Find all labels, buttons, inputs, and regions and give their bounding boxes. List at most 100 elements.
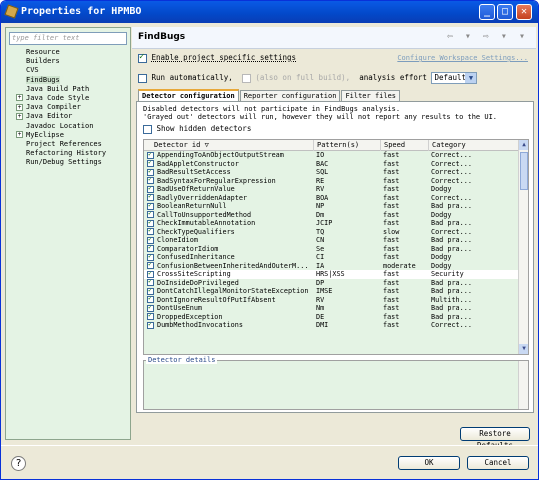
run-settings-row: Run automatically, (also on full build),…	[138, 72, 534, 86]
tree-item[interactable]: + MyEclipse	[8, 131, 130, 140]
table-row[interactable]: BadlyOverriddenAdapter BOA fast Correct...	[144, 194, 520, 203]
detector-enabled-checkbox[interactable]	[147, 245, 154, 252]
minimize-button[interactable]: _	[479, 4, 495, 20]
run-automatically-checkbox[interactable]	[138, 73, 147, 83]
scroll-thumb[interactable]	[520, 152, 528, 190]
cancel-button[interactable]: Cancel	[467, 456, 529, 470]
speed-cell: fast	[383, 253, 400, 261]
tree-item[interactable]: Run/Debug Settings	[8, 158, 130, 167]
tree-item[interactable]: Java Build Path	[8, 85, 130, 94]
detector-details-box: Detector details	[143, 356, 529, 410]
detector-enabled-checkbox[interactable]	[147, 202, 154, 210]
detector-enabled-checkbox[interactable]	[147, 296, 154, 303]
category-cell: Correct...	[431, 159, 472, 168]
table-row[interactable]: ComparatorIdiom Se fast Bad pra...	[144, 245, 520, 254]
category-cell: Correct...	[431, 168, 472, 176]
table-row[interactable]: BadAppletConstructor BAC fast Correct...	[144, 160, 520, 169]
detector-enabled-checkbox[interactable]	[147, 313, 154, 320]
ok-button[interactable]: OK	[398, 456, 460, 470]
detector-id-cell: ConfusionBetweenInheritedAndOuterM...	[157, 261, 309, 270]
table-row[interactable]: DontCatchIllegalMonitorStateException IMS…	[144, 287, 520, 296]
project-specific-row[interactable]: Enable project specific settings	[138, 52, 296, 63]
expand-icon[interactable]: +	[16, 131, 23, 139]
table-row[interactable]: AppendingToAnObjectOutputStream IO fast Cor…	[144, 151, 520, 160]
table-row[interactable]: CrossSiteScripting HRS|XSS fast Security	[144, 270, 520, 279]
table-row[interactable]: CloneIdiom CN fast Bad pra...	[144, 236, 520, 245]
tree-item[interactable]: + Java Editor	[8, 112, 130, 121]
detector-enabled-checkbox[interactable]	[147, 160, 154, 167]
tree-item[interactable]: Resource	[8, 48, 130, 57]
column-category[interactable]: Category	[429, 140, 520, 151]
table-row[interactable]: DroppedException DE fast Bad pra...	[144, 313, 520, 322]
tree-item[interactable]: Builders	[8, 57, 130, 66]
restore-defaults-button[interactable]: Restore Defaults	[460, 427, 530, 450]
page-header: FindBugs ⇦ ▾ ⇨ ▾ ▾	[132, 27, 536, 49]
configure-workspace-link[interactable]: Configure Workspace Settings...	[397, 54, 528, 62]
effort-value: Default	[434, 73, 467, 82]
detector-enabled-checkbox[interactable]	[147, 219, 154, 227]
tree-item[interactable]: CVS	[8, 66, 130, 75]
detector-enabled-checkbox[interactable]	[147, 211, 154, 218]
detector-enabled-checkbox[interactable]	[147, 279, 154, 286]
tree-item[interactable]: + Java Compiler	[8, 103, 130, 112]
help-icon[interactable]: ?	[11, 456, 26, 471]
detector-enabled-checkbox[interactable]	[147, 228, 154, 235]
detector-enabled-checkbox[interactable]	[147, 151, 154, 159]
table-row[interactable]: DontIgnoreResultOfPutIfAbsent RV fast Multi…	[144, 296, 520, 305]
details-label: Detector details	[146, 356, 218, 364]
history-nav-icon[interactable]: ⇦ ▾ ⇨ ▾ ▾	[447, 31, 528, 42]
expand-icon[interactable]: +	[16, 94, 23, 102]
table-scrollbar[interactable]: ▲ ▼	[518, 140, 528, 354]
tree-item[interactable]: Javadoc Location	[8, 122, 130, 131]
detector-enabled-checkbox[interactable]	[147, 194, 154, 201]
speed-cell: fast	[383, 219, 400, 227]
detector-enabled-checkbox[interactable]	[147, 304, 154, 312]
table-row[interactable]: CheckTypeQualifiers TQ slow Correct...	[144, 228, 520, 237]
table-row[interactable]: BadSyntaxForRegularExpression RE fast Corre…	[144, 177, 520, 186]
table-body: AppendingToAnObjectOutputStream IO fast Cor…	[144, 151, 520, 330]
maximize-button[interactable]: □	[497, 4, 513, 20]
tree-item[interactable]: Project References	[8, 140, 130, 149]
expand-icon[interactable]: +	[16, 112, 23, 120]
detector-enabled-checkbox[interactable]	[147, 236, 154, 244]
details-scrollbar[interactable]	[518, 361, 528, 409]
table-row[interactable]: BooleanReturnNull NP fast Bad pra...	[144, 202, 520, 211]
table-row[interactable]: BadResultSetAccess SQL fast Correct...	[144, 168, 520, 177]
window-title: Properties for HPMBO	[21, 6, 142, 17]
filter-input[interactable]: type filter text	[9, 32, 127, 45]
detector-enabled-checkbox[interactable]	[147, 270, 154, 278]
project-specific-checkbox[interactable]	[138, 52, 147, 63]
detector-enabled-checkbox[interactable]	[147, 253, 154, 261]
table-row[interactable]: DumbMethodInvocations DMI fast Correct...	[144, 321, 520, 330]
table-row[interactable]: ConfusionBetweenInheritedAndOuterM... IA m…	[144, 262, 520, 271]
show-hidden-row[interactable]: Show hidden detectors	[143, 124, 251, 134]
column-detector-id[interactable]: Detector id ▽	[144, 140, 314, 151]
table-row[interactable]: DontUseEnum Nm fast Bad pra...	[144, 304, 520, 313]
detector-enabled-checkbox[interactable]	[147, 287, 154, 295]
tree-item[interactable]: FindBugs	[8, 75, 130, 85]
tree-item[interactable]: + Java Code Style	[8, 94, 130, 103]
detector-enabled-checkbox[interactable]	[147, 185, 154, 193]
table-row[interactable]: CallToUnsupportedMethod Dm fast Dodgy	[144, 211, 520, 220]
detector-enabled-checkbox[interactable]	[147, 168, 154, 176]
table-row[interactable]: CheckImmutableAnnotation JCIP fast Bad pra.…	[144, 219, 520, 228]
table-row[interactable]: ConfusedInheritance CI fast Dodgy	[144, 253, 520, 262]
detector-enabled-checkbox[interactable]	[147, 262, 154, 269]
info-line: 'Grayed out' detectors will run, however…	[143, 113, 498, 121]
table-row[interactable]: BadUseOfReturnValue RV fast Dodgy	[144, 185, 520, 194]
column-speed[interactable]: Speed	[381, 140, 429, 151]
table-row[interactable]: DoInsideDoPrivileged DP fast Bad pra...	[144, 279, 520, 288]
category-cell: Bad pra...	[431, 236, 472, 244]
run-automatically-label: Run automatically,	[151, 73, 233, 82]
scroll-up-icon[interactable]: ▲	[519, 140, 528, 150]
effort-select[interactable]: Default ▼	[431, 72, 478, 84]
detector-enabled-checkbox[interactable]	[147, 177, 154, 184]
close-button[interactable]: ✕	[516, 4, 532, 20]
full-build-checkbox[interactable]	[241, 73, 251, 83]
expand-icon[interactable]: +	[16, 103, 23, 111]
show-hidden-checkbox[interactable]	[143, 124, 152, 134]
detector-enabled-checkbox[interactable]	[147, 321, 154, 329]
tree-item[interactable]: Refactoring History	[8, 149, 130, 158]
scroll-down-icon[interactable]: ▼	[519, 344, 528, 354]
column-patterns[interactable]: Pattern(s)	[314, 140, 381, 151]
